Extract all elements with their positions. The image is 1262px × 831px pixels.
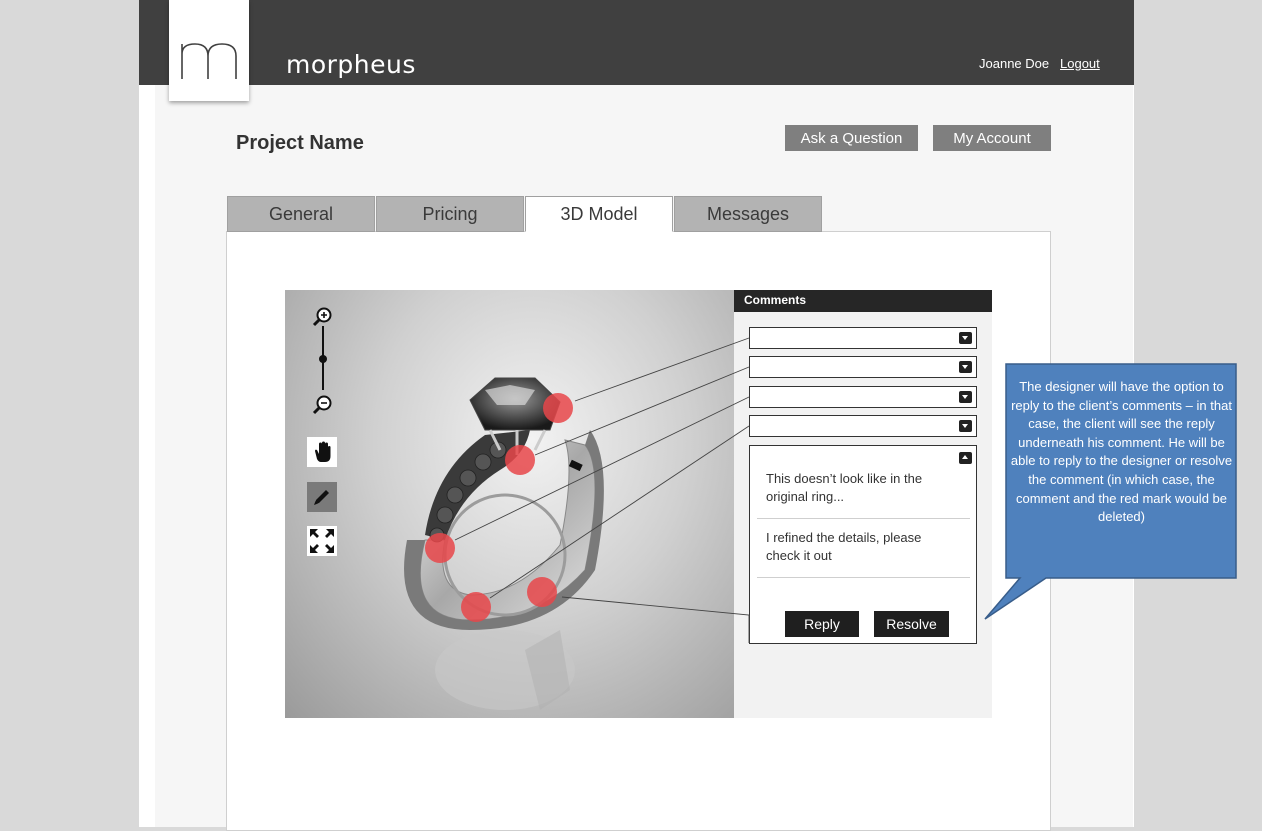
connector-lines	[454, 337, 750, 643]
comment-marker[interactable]	[425, 533, 455, 563]
comment-marker[interactable]	[461, 592, 491, 622]
comment-marker[interactable]	[527, 577, 557, 607]
callout-note: The designer will have the option to rep…	[1010, 379, 1233, 525]
comment-marker[interactable]	[543, 393, 573, 423]
comment-marker[interactable]	[505, 445, 535, 475]
comment-markers	[425, 393, 573, 622]
